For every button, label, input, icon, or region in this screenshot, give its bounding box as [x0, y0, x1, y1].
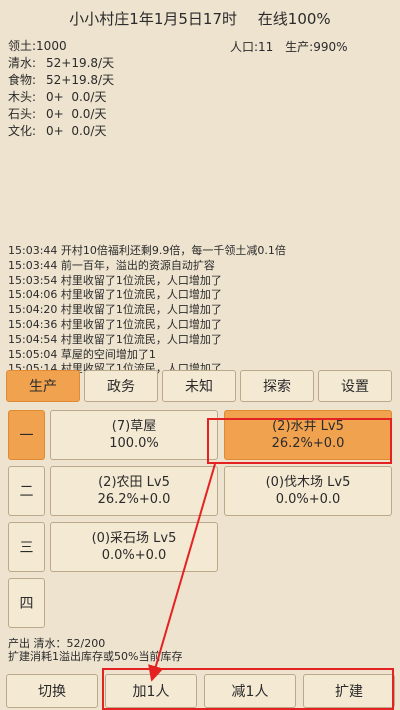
building-farmland[interactable]: (2)农田 Lv5 26.2%+0.0	[50, 466, 218, 516]
main-tab-bar: 生产 政务 未知 探索 设置	[6, 370, 396, 402]
building-name: (2)农田 Lv5	[98, 475, 170, 490]
event-log[interactable]: 15:03:44 开村10倍福利还剩9.9倍，每一千领土减0.1倍 15:03:…	[8, 244, 396, 377]
village-date-title: 小小村庄1年1月5日17时	[69, 10, 238, 28]
switch-button[interactable]: 切换	[6, 674, 98, 708]
building-name: (0)采石场 Lv5	[91, 531, 177, 546]
building-value: 100.0%	[109, 436, 159, 451]
building-value: 0.0%+0.0	[101, 548, 167, 563]
log-line: 15:03:44 前一百年，溢出的资源自动扩容	[8, 258, 215, 272]
building-name: (0)伐木场 Lv5	[265, 475, 351, 490]
log-line: 15:04:54 村里收留了1位流民，人口增加了	[8, 332, 222, 346]
tab-unknown[interactable]: 未知	[162, 370, 236, 402]
log-line: 15:04:06 村里收留了1位流民，人口增加了	[8, 288, 222, 302]
resource-row-wood: 木头: 0+ 0.0/天	[8, 90, 107, 104]
population-stat: 人口:11	[230, 40, 274, 54]
log-line: 15:05:04 草屋的空间增加了1	[8, 347, 156, 361]
building-water-well[interactable]: (2)水井 Lv5 26.2%+0.0	[224, 410, 392, 460]
resource-panel: 领土:1000 清水: 52+19.8/天 食物: 52+19.8/天 木头: …	[8, 38, 114, 140]
resource-row-culture: 文化: 0+ 0.0/天	[8, 124, 107, 138]
row-tab-4[interactable]: 四	[8, 578, 45, 628]
expand-button[interactable]: 扩建	[303, 674, 395, 708]
row-tab-3[interactable]: 三	[8, 522, 45, 572]
row-tab-2[interactable]: 二	[8, 466, 45, 516]
production-stat: 生产:990%	[285, 40, 348, 54]
log-line: 15:04:20 村里收留了1位流民，人口增加了	[8, 303, 222, 317]
tab-production[interactable]: 生产	[6, 370, 80, 402]
tab-explore[interactable]: 探索	[240, 370, 314, 402]
log-line: 15:03:54 村里收留了1位流民，人口增加了	[8, 273, 222, 287]
online-status: 在线100%	[257, 10, 331, 28]
tab-government[interactable]: 政务	[84, 370, 158, 402]
expand-cost-line: 扩建消耗1溢出库存或50%当前库存	[8, 650, 183, 663]
population-panel: 人口:11 生产:990%	[230, 38, 356, 55]
resource-row-food: 食物: 52+19.8/天	[8, 73, 115, 87]
building-thatched-hut[interactable]: (7)草屋 100.0%	[50, 410, 218, 460]
building-value: 0.0%+0.0	[275, 492, 341, 507]
add-person-button[interactable]: 加1人	[105, 674, 197, 708]
action-bar: 切换 加1人 减1人 扩建	[6, 674, 400, 708]
resource-row-stone: 石头: 0+ 0.0/天	[8, 107, 107, 121]
building-quarry[interactable]: (0)采石场 Lv5 0.0%+0.0	[50, 522, 218, 572]
village-title-bar: 小小村庄1年1月5日17时 在线100%	[0, 8, 400, 29]
output-line: 产出 清水：52/200	[8, 637, 106, 650]
log-line: 15:03:44 开村10倍福利还剩9.9倍，每一千领土减0.1倍	[8, 244, 286, 257]
log-line: 15:04:36 村里收留了1位流民，人口增加了	[8, 317, 222, 331]
tab-settings[interactable]: 设置	[318, 370, 392, 402]
building-name: (2)水井 Lv5	[272, 419, 344, 434]
building-value: 26.2%+0.0	[271, 436, 345, 451]
production-info: 产出 清水：52/200 扩建消耗1溢出库存或50%当前库存	[8, 637, 182, 663]
remove-person-button[interactable]: 减1人	[204, 674, 296, 708]
resource-row-water: 清水: 52+19.8/天	[8, 56, 115, 70]
territory-stat: 领土:1000	[8, 39, 67, 53]
row-tab-1[interactable]: 一	[8, 410, 45, 460]
building-name: (7)草屋	[111, 419, 157, 434]
building-value: 26.2%+0.0	[97, 492, 171, 507]
building-lumber-mill[interactable]: (0)伐木场 Lv5 0.0%+0.0	[224, 466, 392, 516]
